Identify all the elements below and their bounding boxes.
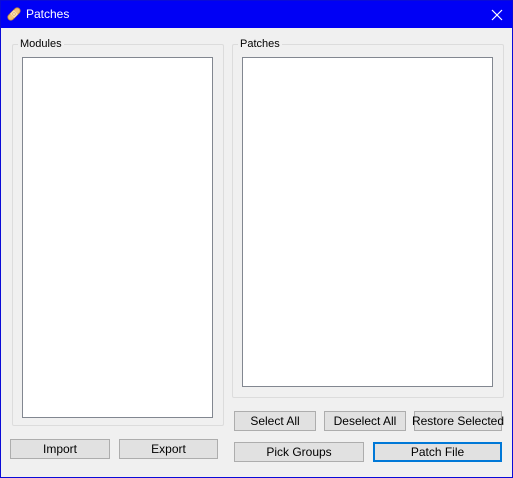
deselect-all-button[interactable]: Deselect All <box>324 411 406 431</box>
close-icon <box>491 9 503 20</box>
patches-group-label: Patches <box>238 37 282 51</box>
modules-list[interactable] <box>22 57 213 418</box>
patches-list[interactable] <box>242 57 493 387</box>
title-bar[interactable]: Patches <box>1 1 512 28</box>
window-title: Patches <box>26 7 70 21</box>
pick-groups-button[interactable]: Pick Groups <box>234 442 364 462</box>
import-button[interactable]: Import <box>10 439 110 459</box>
export-button[interactable]: Export <box>119 439 218 459</box>
patch-file-button[interactable]: Patch File <box>373 442 502 462</box>
modules-group-label: Modules <box>18 37 64 51</box>
close-button[interactable] <box>482 1 512 28</box>
bandage-icon <box>6 6 22 22</box>
select-all-button[interactable]: Select All <box>234 411 316 431</box>
restore-selected-button[interactable]: Restore Selected <box>412 411 504 431</box>
patches-window: Patches Modules Patches Import Export Se… <box>0 0 513 478</box>
